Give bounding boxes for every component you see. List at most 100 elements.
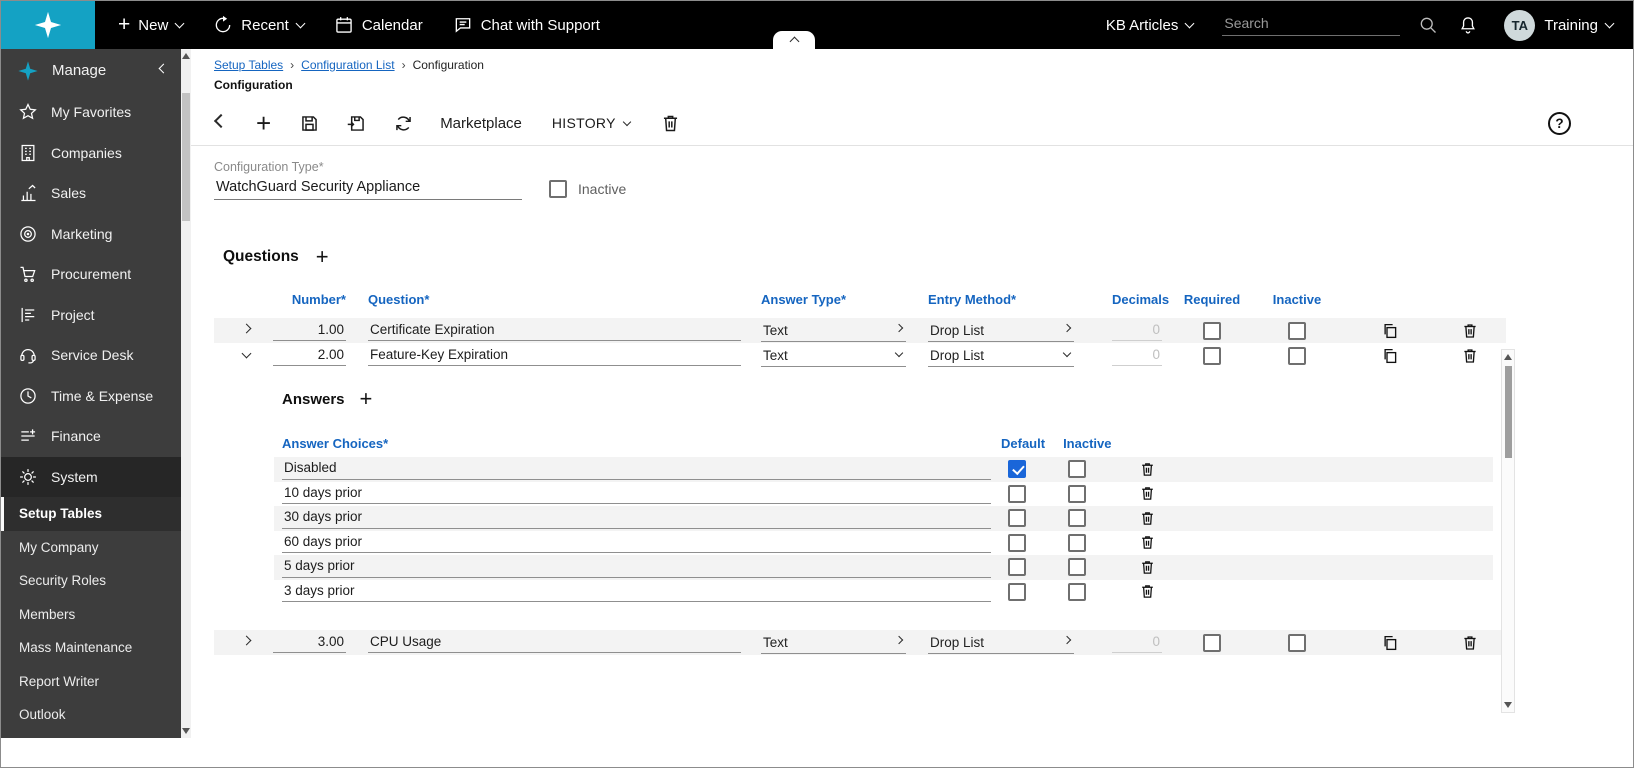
sidebar-subitem-setup-tables[interactable]: Setup Tables — [1, 497, 181, 531]
question-text-input[interactable] — [368, 632, 741, 653]
scroll-up-arrow[interactable] — [1504, 354, 1512, 360]
default-checkbox[interactable] — [1008, 485, 1026, 503]
inactive-checkbox[interactable] — [1068, 558, 1086, 576]
answer-choice-input[interactable] — [282, 532, 991, 553]
delete-question-button[interactable] — [1461, 347, 1479, 365]
answer-type-select[interactable]: Text — [761, 632, 906, 654]
sidebar-item-my-favorites[interactable]: My Favorites — [1, 92, 181, 133]
answer-type-select[interactable]: Text — [761, 320, 906, 342]
decimals-input[interactable] — [1112, 345, 1162, 366]
account-menu-button[interactable]: Training — [1544, 1, 1633, 49]
add-question-button[interactable]: + — [316, 246, 329, 268]
avatar[interactable]: TA — [1504, 10, 1535, 41]
save-button[interactable] — [299, 113, 320, 134]
sidebar-item-finance[interactable]: Finance — [1, 416, 181, 457]
refresh-button[interactable] — [393, 113, 414, 134]
delete-answer-button[interactable] — [1139, 485, 1156, 502]
delete-answer-button[interactable] — [1139, 583, 1156, 600]
breadcrumb-link-configuration-list[interactable]: Configuration List — [301, 58, 394, 72]
question-number-input[interactable] — [273, 345, 346, 366]
notifications-button[interactable] — [1448, 1, 1488, 49]
inactive-checkbox[interactable] — [1288, 634, 1306, 652]
question-number-input[interactable] — [273, 632, 346, 653]
inactive-checkbox[interactable] — [1068, 583, 1086, 601]
default-checkbox[interactable] — [1008, 509, 1026, 527]
default-checkbox[interactable] — [1008, 534, 1026, 552]
default-checkbox[interactable] — [1008, 558, 1026, 576]
answer-choice-input[interactable] — [282, 459, 991, 480]
app-logo[interactable] — [1, 1, 95, 49]
delete-answer-button[interactable] — [1139, 510, 1156, 527]
sidebar-item-sales[interactable]: Sales — [1, 173, 181, 214]
copy-question-button[interactable] — [1381, 322, 1399, 340]
question-number-input[interactable] — [273, 320, 346, 341]
sidebar-collapse-icon[interactable] — [159, 64, 169, 74]
sidebar-subitem-security-roles[interactable]: Security Roles — [1, 564, 181, 598]
scrollbar-thumb[interactable] — [1505, 366, 1512, 458]
answer-choice-input[interactable] — [282, 557, 991, 578]
search-button[interactable] — [1408, 1, 1448, 49]
sidebar-subitem-outlook[interactable]: Outlook — [1, 698, 181, 732]
required-checkbox[interactable] — [1203, 634, 1221, 652]
sidebar-item-service-desk[interactable]: Service Desk — [1, 335, 181, 376]
add-button[interactable]: + — [256, 108, 271, 139]
decimals-input[interactable] — [1112, 320, 1162, 341]
scroll-down-arrow[interactable] — [1504, 702, 1512, 708]
breadcrumb-link-setup-tables[interactable]: Setup Tables — [214, 58, 283, 72]
sidebar-item-marketing[interactable]: Marketing — [1, 214, 181, 255]
required-checkbox[interactable] — [1203, 322, 1221, 340]
inactive-checkbox[interactable] — [1068, 485, 1086, 503]
question-text-input[interactable] — [368, 345, 741, 366]
sidebar-item-system[interactable]: System — [1, 457, 181, 498]
entry-method-select[interactable]: Drop List — [928, 345, 1074, 367]
inactive-checkbox[interactable] — [1288, 322, 1306, 340]
delete-question-button[interactable] — [1461, 322, 1479, 340]
copy-question-button[interactable] — [1381, 347, 1399, 365]
save-close-button[interactable] — [346, 113, 367, 134]
marketplace-button[interactable]: Marketplace — [440, 115, 522, 132]
recent-button[interactable]: Recent — [198, 1, 319, 49]
delete-button[interactable] — [660, 113, 681, 134]
inactive-checkbox[interactable] — [549, 180, 567, 198]
scroll-up-arrow[interactable] — [182, 53, 190, 59]
new-button[interactable]: + New — [103, 1, 198, 49]
answer-choice-input[interactable] — [282, 508, 991, 529]
answer-type-select[interactable]: Text — [761, 345, 906, 367]
expand-row-chevron[interactable] — [239, 325, 254, 336]
sidebar-subitem-mass-maintenance[interactable]: Mass Maintenance — [1, 631, 181, 665]
inactive-checkbox[interactable] — [1068, 460, 1086, 478]
sidebar-item-project[interactable]: Project — [1, 295, 181, 336]
scroll-down-arrow[interactable] — [182, 728, 190, 734]
delete-answer-button[interactable] — [1139, 461, 1156, 478]
scrollbar-thumb[interactable] — [182, 93, 190, 221]
sidebar-subitem-report-writer[interactable]: Report Writer — [1, 665, 181, 699]
question-text-input[interactable] — [368, 320, 741, 341]
expand-row-chevron[interactable] — [239, 637, 254, 648]
answer-choice-input[interactable] — [282, 581, 991, 602]
delete-question-button[interactable] — [1461, 634, 1479, 652]
entry-method-select[interactable]: Drop List — [928, 632, 1074, 654]
chat-support-button[interactable]: Chat with Support — [438, 1, 615, 49]
sidebar-item-companies[interactable]: Companies — [1, 133, 181, 174]
topbar-collapse-button[interactable] — [773, 31, 815, 49]
delete-answer-button[interactable] — [1139, 559, 1156, 576]
calendar-button[interactable]: Calendar — [319, 1, 438, 49]
sidebar-item-procurement[interactable]: Procurement — [1, 254, 181, 295]
default-checkbox[interactable] — [1008, 583, 1026, 601]
delete-answer-button[interactable] — [1139, 534, 1156, 551]
inactive-checkbox[interactable] — [1068, 534, 1086, 552]
questions-scrollbar[interactable] — [1501, 349, 1515, 713]
sidebar-subitem-members[interactable]: Members — [1, 598, 181, 632]
copy-question-button[interactable] — [1381, 634, 1399, 652]
default-checkbox[interactable] — [1008, 460, 1026, 478]
decimals-input[interactable] — [1112, 632, 1162, 653]
collapse-row-chevron[interactable] — [239, 350, 254, 361]
entry-method-select[interactable]: Drop List — [928, 320, 1074, 342]
history-button[interactable]: HISTORY — [552, 115, 630, 131]
answer-choice-input[interactable] — [282, 483, 991, 504]
back-button[interactable] — [216, 120, 226, 126]
search-input[interactable] — [1222, 14, 1400, 32]
kb-articles-button[interactable]: KB Articles — [1091, 1, 1209, 49]
sidebar-scrollbar[interactable] — [181, 49, 191, 738]
required-checkbox[interactable] — [1203, 347, 1221, 365]
